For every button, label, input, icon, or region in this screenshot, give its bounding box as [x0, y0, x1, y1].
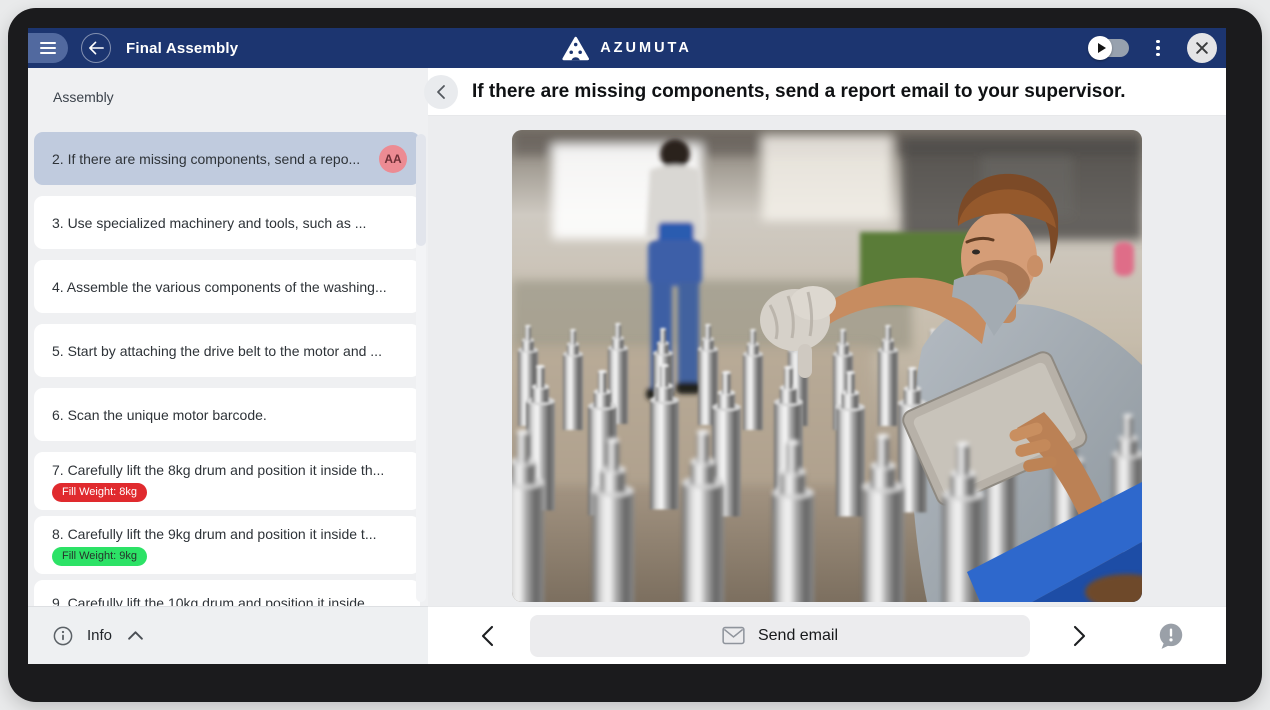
- step-label: 3. Use specialized machinery and tools, …: [52, 215, 407, 231]
- envelope-icon: [722, 626, 745, 645]
- info-footer-button[interactable]: Info: [28, 606, 428, 664]
- step-list-item[interactable]: 2. If there are missing components, send…: [34, 132, 420, 185]
- brand-logo: AZUMUTA: [562, 28, 692, 68]
- info-icon: [53, 626, 73, 646]
- workflow-title: Final Assembly: [126, 40, 238, 57]
- step-list-item[interactable]: 8. Carefully lift the 9kg drum and posit…: [34, 516, 420, 574]
- step-title: If there are missing components, send a …: [472, 81, 1126, 103]
- step-label: 4. Assemble the various components of th…: [52, 279, 407, 295]
- assignee-avatar: AA: [379, 145, 407, 173]
- steps-sidebar: Assembly 2. If there are missing compone…: [28, 68, 428, 664]
- arrow-left-icon: [88, 41, 105, 55]
- step-label: 9. Carefully lift the 10kg drum and posi…: [52, 595, 407, 606]
- step-label: 5. Start by attaching the drive belt to …: [52, 343, 407, 359]
- step-detail-panel: If there are missing components, send a …: [428, 68, 1226, 664]
- hamburger-menu-button[interactable]: [28, 33, 68, 63]
- next-step-button[interactable]: [1066, 623, 1092, 649]
- info-label: Info: [87, 627, 112, 644]
- hamburger-icon: [40, 42, 56, 44]
- alert-bubble-icon: [1156, 621, 1186, 651]
- topbar-actions: [1091, 33, 1226, 63]
- step-list-item[interactable]: 5. Start by attaching the drive belt to …: [34, 324, 420, 377]
- brand-name: AZUMUTA: [600, 40, 692, 56]
- step-action-bar: Send email: [428, 606, 1226, 664]
- sidebar-scrollbar: [416, 134, 426, 602]
- step-label: 2. If there are missing components, send…: [52, 151, 369, 167]
- chevron-right-icon: [1073, 625, 1086, 647]
- page: Final Assembly AZUMUTA: [0, 0, 1270, 710]
- sidebar-section-title: Assembly: [28, 68, 428, 105]
- kebab-menu-button[interactable]: [1152, 36, 1164, 61]
- close-icon: [1195, 41, 1209, 55]
- sidebar-scrollbar-thumb[interactable]: [416, 134, 426, 246]
- step-list-item[interactable]: 4. Assemble the various components of th…: [34, 260, 420, 313]
- step-list-item[interactable]: 3. Use specialized machinery and tools, …: [34, 196, 420, 249]
- app-window: Final Assembly AZUMUTA: [28, 28, 1226, 664]
- step-badge: Fill Weight: 8kg: [52, 483, 147, 502]
- step-list-item[interactable]: 6. Scan the unique motor barcode.: [34, 388, 420, 441]
- autoplay-toggle[interactable]: [1091, 39, 1129, 57]
- topbar: Final Assembly AZUMUTA: [28, 28, 1226, 68]
- previous-step-button[interactable]: [474, 623, 500, 649]
- step-label: 8. Carefully lift the 9kg drum and posit…: [52, 526, 407, 542]
- step-label: 6. Scan the unique motor barcode.: [52, 407, 407, 423]
- step-list: 2. If there are missing components, send…: [28, 132, 428, 606]
- back-button[interactable]: [81, 33, 111, 63]
- chevron-left-icon: [481, 625, 494, 647]
- step-list-item[interactable]: 9. Carefully lift the 10kg drum and posi…: [34, 580, 420, 606]
- step-badge: Fill Weight: 9kg: [52, 547, 147, 566]
- send-email-label: Send email: [758, 627, 838, 645]
- step-list-item[interactable]: 7. Carefully lift the 8kg drum and posit…: [34, 452, 420, 510]
- step-photo[interactable]: [512, 130, 1142, 602]
- report-issue-button[interactable]: [1156, 621, 1186, 651]
- azumuta-logo-icon: [562, 36, 589, 61]
- factory-photo-illustration: [512, 130, 1142, 602]
- collapse-sidebar-button[interactable]: [424, 75, 458, 109]
- send-email-button[interactable]: Send email: [530, 615, 1030, 657]
- chevron-up-icon: [127, 630, 144, 641]
- step-header: If there are missing components, send a …: [428, 68, 1226, 116]
- step-content: [428, 116, 1226, 606]
- close-button[interactable]: [1187, 33, 1217, 63]
- step-label: 7. Carefully lift the 8kg drum and posit…: [52, 462, 407, 478]
- chevron-left-icon: [436, 84, 446, 100]
- play-icon: [1088, 36, 1112, 60]
